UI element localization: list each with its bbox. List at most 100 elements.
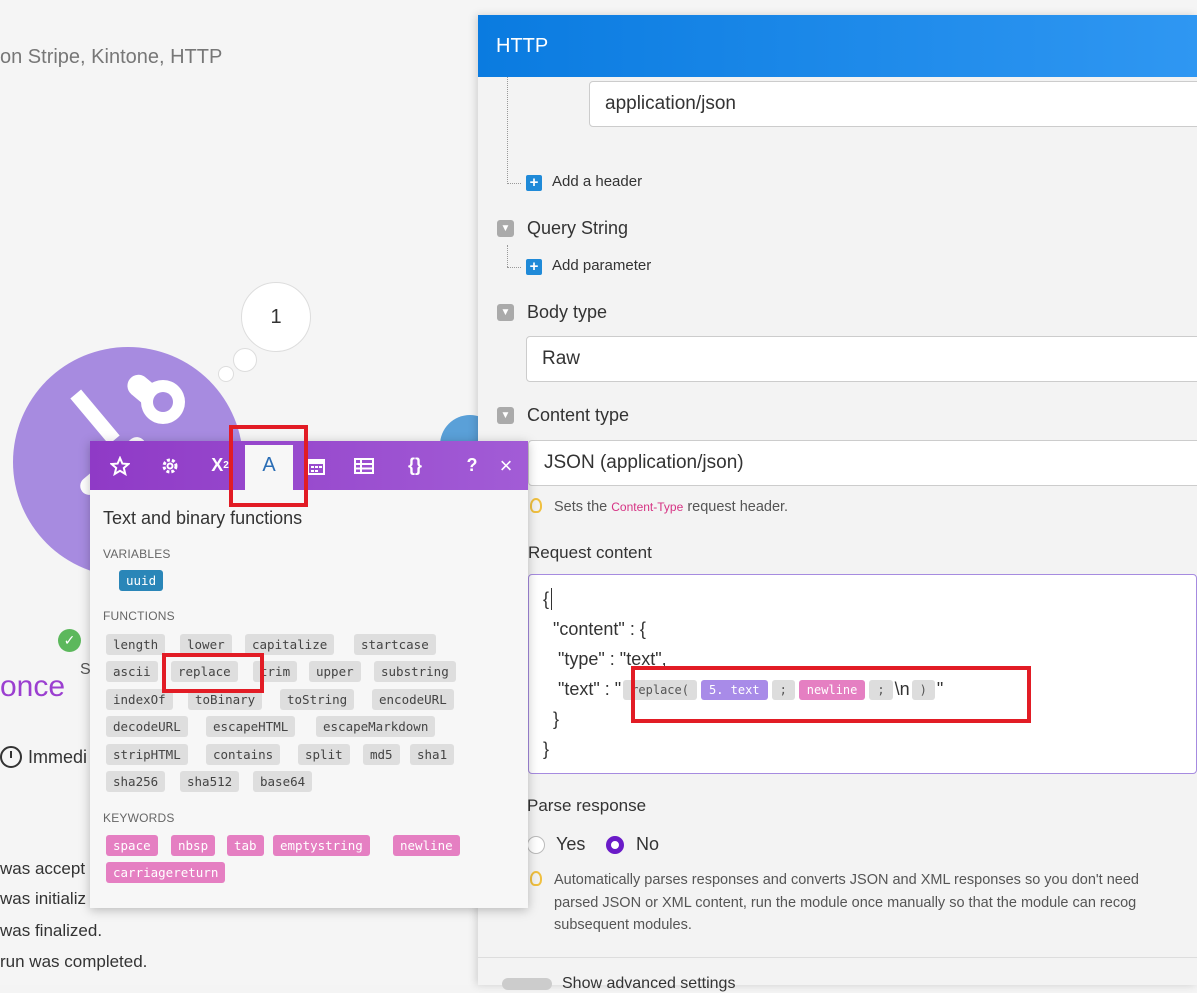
highlight-replace-function [162,653,264,693]
function-md5[interactable]: md5 [363,744,400,765]
function-capitalize[interactable]: capitalize [245,634,335,655]
variables-label: VARIABLES [103,547,171,561]
parse-response-label: Parse response [527,796,647,815]
function-ascii[interactable]: ascii [106,661,158,682]
check-icon: ✓ [58,629,81,652]
divider [478,957,1197,958]
function-tostring[interactable]: toString [280,689,355,710]
keywords-label: KEYWORDS [103,811,175,825]
header-value-input[interactable]: application/json [589,81,1197,127]
star-icon[interactable] [104,441,136,490]
content-type-label: Content type [527,405,630,425]
functions-label: FUNCTIONS [103,609,175,623]
content-type-hint: Sets the Content-Type request header. [554,499,788,515]
log-line-4: run was completed. [0,952,148,971]
help-icon[interactable]: ? [462,441,482,490]
highlight-replace-expression [631,666,1031,723]
close-icon[interactable]: × [494,441,518,490]
keyword-tab[interactable]: tab [227,835,264,856]
collapse-body-type-icon[interactable]: ▼ [497,304,514,321]
function-sha1[interactable]: sha1 [410,744,455,765]
lightbulb-icon [530,871,542,886]
clock-icon [0,746,22,768]
function-upper[interactable]: upper [309,661,361,682]
keyword-nbsp[interactable]: nbsp [171,835,216,856]
keyword-space[interactable]: space [106,835,158,856]
function-startcase[interactable]: startcase [354,634,436,655]
hint-prefix: Sets the [554,499,608,515]
parse-hint-line-2: parsed JSON or XML content, run the modu… [554,895,1137,911]
hint-suffix: request header. [687,499,789,515]
parse-no-radio[interactable] [606,836,624,854]
variable-uuid[interactable]: uuid [119,570,164,591]
function-escapehtml[interactable]: escapeHTML [206,716,296,737]
parse-yes-radio[interactable] [527,836,545,854]
bubble-tail-small [218,366,234,382]
collapse-content-type-icon[interactable]: ▼ [497,407,514,424]
scenario-apps-subtitle: on Stripe, Kintone, HTTP [0,46,223,68]
function-substring[interactable]: substring [374,661,456,682]
function-decodeurl[interactable]: decodeURL [106,716,188,737]
operation-count-bubble[interactable]: 1 [241,282,311,352]
panel-title: HTTP [478,15,1197,77]
calendar-icon-svg [307,458,325,475]
advanced-settings-toggle[interactable] [502,978,552,990]
function-lower[interactable]: lower [180,634,232,655]
function-sha512[interactable]: sha512 [180,771,240,792]
panel-body [478,77,1197,985]
keyword-carriagereturn[interactable]: carriagereturn [106,862,226,883]
advanced-settings-label[interactable]: Show advanced settings [562,975,735,993]
function-encodeurl[interactable]: encodeURL [372,689,454,710]
gear-icon-svg [162,458,178,473]
schedule-row[interactable]: Immedi [0,746,87,768]
content-type-select[interactable]: JSON (application/json) [528,440,1197,486]
code-line: "content" : { [543,619,646,639]
request-content-label: Request content [528,543,652,562]
add-parameter-button[interactable]: Add parameter [552,257,651,274]
parse-hint-line-3: subsequent modules. [554,917,692,933]
plus-icon[interactable]: + [526,175,542,191]
function-base64[interactable]: base64 [253,771,313,792]
scenario-schedule-text: once [0,670,66,703]
code-line: } [543,739,550,759]
hint-code: Content-Type [611,500,684,514]
popup-title: Text and binary functions [103,508,303,528]
bubble-tail-large [233,348,257,372]
keyword-newline[interactable]: newline [393,835,460,856]
tree-line [507,245,508,267]
collapse-query-string-icon[interactable]: ▼ [497,220,514,237]
parse-no-label[interactable]: No [636,834,659,855]
function-escapemarkdown[interactable]: escapeMarkdown [316,716,436,737]
function-length[interactable]: length [106,634,166,655]
highlight-text-tab [229,425,308,507]
parse-yes-label[interactable]: Yes [556,834,585,855]
body-type-select[interactable]: Raw [526,336,1197,382]
code-line: { [543,589,550,609]
star-icon-svg [110,455,130,476]
log-line-1: was accept [0,859,86,878]
braces-icon[interactable]: {} [398,441,432,490]
gear-icon[interactable] [154,441,186,490]
code-line: } [543,709,560,729]
function-contains[interactable]: contains [206,744,281,765]
keyword-emptystring[interactable]: emptystring [273,835,370,856]
add-header-button[interactable]: Add a header [552,173,642,190]
function-sha256[interactable]: sha256 [106,771,166,792]
tree-line [507,267,521,268]
tree-line [507,77,508,184]
math-tab-label: X [211,455,224,475]
table-icon-svg [354,457,374,474]
function-striphtml[interactable]: stripHTML [106,744,188,765]
query-string-label: Query String [527,218,629,238]
lightbulb-icon [530,498,542,513]
parse-hint-line-1: Automatically parses responses and conve… [554,872,1139,888]
text-cursor [551,588,552,610]
plus-icon[interactable]: + [526,259,542,275]
function-split[interactable]: split [298,744,350,765]
tree-line [507,183,521,184]
schedule-label: Immedi [28,746,88,767]
log-line-2: was initializ [0,889,86,908]
code-text-prefix: "text" : " [543,679,622,699]
body-type-label: Body type [527,302,608,322]
table-icon[interactable] [348,441,380,490]
